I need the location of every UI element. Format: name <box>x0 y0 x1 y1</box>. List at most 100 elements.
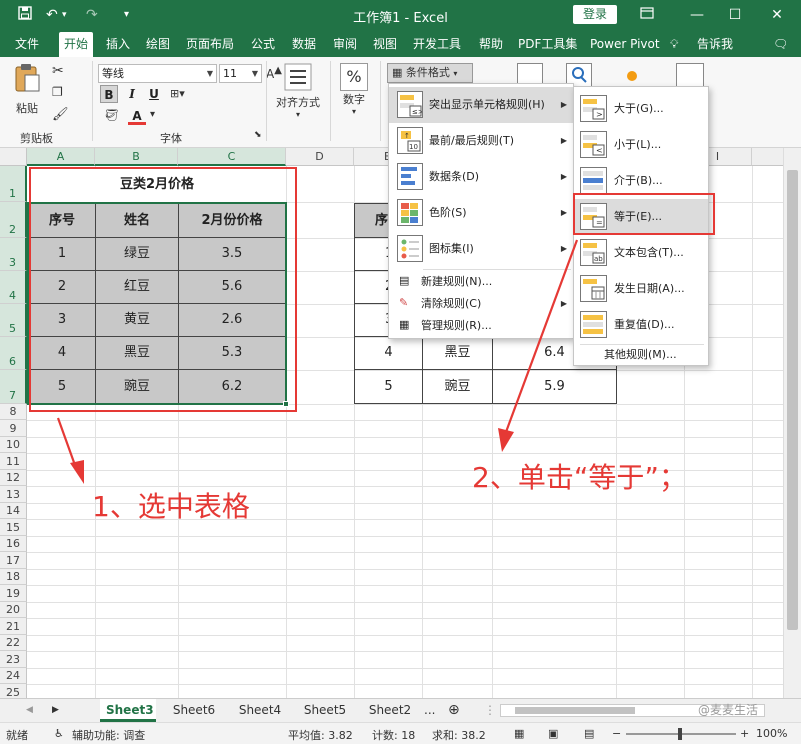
column-header-d[interactable]: D <box>286 148 354 166</box>
zoom-in-icon[interactable]: + <box>740 727 749 740</box>
paste-button[interactable]: 粘贴 <box>12 63 42 119</box>
row-header[interactable]: 22 <box>0 635 27 651</box>
normal-view-icon[interactable]: ▦ <box>514 727 524 740</box>
menu-item-clear-rules[interactable]: ✎ 清除规则(C) ▶ <box>389 293 573 315</box>
zoom-slider-thumb[interactable] <box>678 728 682 740</box>
scroll-tabs-left-icon[interactable]: ◀ <box>20 699 39 722</box>
sheet-tab-sheet5[interactable]: Sheet5 <box>297 699 353 722</box>
row-header[interactable]: 11 <box>0 453 27 470</box>
menu-item-color-scales[interactable]: 色阶(S) ▶ <box>389 195 573 231</box>
row-header[interactable]: 17 <box>0 552 27 569</box>
menu-item-icon-sets[interactable]: 图标集(I) ▶ <box>389 231 573 267</box>
tab-page-layout[interactable]: 页面布局 <box>181 35 239 53</box>
fill-color-icon[interactable]: 🪣︎ <box>104 108 119 122</box>
sheet-tab-sheet3[interactable]: Sheet3 <box>100 699 156 722</box>
page-break-view-icon[interactable]: ▤ <box>584 727 594 740</box>
font-size-select[interactable]: 11 ▼ <box>219 64 262 83</box>
column-header-j[interactable] <box>752 148 783 166</box>
more-sheets-button[interactable]: ... <box>418 699 441 722</box>
font-name-select[interactable]: 等线 ▼ <box>98 64 217 83</box>
vertical-scrollbar[interactable] <box>783 148 801 698</box>
column-header-a[interactable]: A <box>27 148 95 166</box>
row-header[interactable]: 18 <box>0 569 27 585</box>
tab-developer[interactable]: 开发工具 <box>408 35 466 53</box>
sheet-tab-sheet2[interactable]: Sheet2 <box>362 699 418 722</box>
row-header[interactable]: 5 <box>0 304 27 337</box>
menu-item-new-rule[interactable]: ▤ 新建规则(N)... <box>389 271 573 293</box>
row-header[interactable]: 4 <box>0 271 27 304</box>
row-header[interactable]: 23 <box>0 651 27 668</box>
cut-icon[interactable]: ✂ <box>52 63 64 79</box>
chevron-down-icon[interactable]: ▾ <box>150 109 155 120</box>
row-header[interactable]: 24 <box>0 668 27 684</box>
submenu-item-text-contains[interactable]: ab 文本包含(T)... <box>574 235 708 271</box>
submenu-item-more-rules[interactable]: 其他规则(M)... <box>574 345 708 365</box>
row-header[interactable]: 2 <box>0 202 27 238</box>
row-header[interactable]: 13 <box>0 486 27 503</box>
borders-icon[interactable]: ⊞▾ <box>170 87 185 100</box>
bold-button[interactable]: B <box>100 85 118 103</box>
maximize-icon[interactable]: ☐ <box>720 4 750 26</box>
copy-icon[interactable]: ❐ <box>52 85 63 99</box>
tab-formulas[interactable]: 公式 <box>246 35 280 53</box>
row-header[interactable]: 10 <box>0 437 27 453</box>
submenu-item-less-than[interactable]: < 小于(L)... <box>574 127 708 163</box>
row-header[interactable]: 9 <box>0 420 27 437</box>
row-header[interactable]: 20 <box>0 602 27 618</box>
table-cell[interactable]: 5 <box>354 369 423 404</box>
tab-pdf-tools[interactable]: PDF工具集 <box>513 35 582 53</box>
scroll-tabs-right-icon[interactable]: ▶ <box>46 699 65 722</box>
row-header[interactable]: 25 <box>0 684 27 698</box>
menu-item-top-bottom[interactable]: ↑ 10 最前/最后规则(T) ▶ <box>389 123 573 159</box>
comments-icon[interactable]: 🗨︎ <box>768 35 793 53</box>
row-header[interactable]: 7 <box>0 370 27 404</box>
dialog-launcher-icon[interactable]: ⬊ <box>254 130 262 140</box>
menu-item-manage-rules[interactable]: ▦ 管理规则(R)... <box>389 315 573 337</box>
tab-review[interactable]: 审阅 <box>328 35 362 53</box>
row-header[interactable]: 8 <box>0 404 27 420</box>
column-header-b[interactable]: B <box>95 148 178 166</box>
row-header[interactable]: 14 <box>0 503 27 519</box>
row-header[interactable]: 21 <box>0 618 27 635</box>
tab-view[interactable]: 视图 <box>368 35 402 53</box>
select-all-corner[interactable] <box>0 148 27 166</box>
italic-button[interactable]: I <box>123 85 141 103</box>
row-header[interactable]: 3 <box>0 238 27 271</box>
format-painter-icon[interactable]: 🖌︎ <box>52 107 69 122</box>
tab-help[interactable]: 帮助 <box>474 35 508 53</box>
zoom-level[interactable]: 100% <box>756 727 787 740</box>
number-format-button[interactable]: % 数字 ▾ <box>336 63 372 116</box>
table-cell[interactable]: 4 <box>354 336 423 370</box>
row-header[interactable]: 16 <box>0 536 27 552</box>
submenu-item-duplicate-values[interactable]: 重复值(D)... <box>574 307 708 343</box>
analyze-data-icon[interactable] <box>676 63 704 87</box>
ribbon-display-options-icon[interactable] <box>632 4 662 26</box>
font-color-button[interactable]: A <box>128 107 146 125</box>
add-sheet-icon[interactable]: ⊕ <box>442 699 466 722</box>
tab-insert[interactable]: 插入 <box>101 35 135 53</box>
submenu-item-date-occurring[interactable]: 发生日期(A)... <box>574 271 708 307</box>
accessibility-status[interactable]: 辅助功能: 调查 <box>72 727 145 743</box>
column-header-c[interactable]: C <box>178 148 286 166</box>
table-cell[interactable]: 黑豆 <box>422 336 493 370</box>
menu-item-data-bars[interactable]: 数据条(D) ▶ <box>389 159 573 195</box>
login-button[interactable]: 登录 <box>573 5 617 24</box>
tab-data[interactable]: 数据 <box>287 35 321 53</box>
underline-button[interactable]: U <box>145 85 163 103</box>
table-cell[interactable]: 5.9 <box>492 369 617 404</box>
tab-tell-me[interactable]: 告诉我 <box>692 35 738 53</box>
tab-home[interactable]: 开始 <box>59 32 94 57</box>
scrollbar-thumb[interactable] <box>787 170 798 630</box>
tab-file[interactable]: 文件 <box>10 35 44 53</box>
tab-draw[interactable]: 绘图 <box>141 35 175 53</box>
sheet-tab-sheet4[interactable]: Sheet4 <box>232 699 288 722</box>
close-icon[interactable]: ✕ <box>762 4 792 26</box>
tab-split-handle[interactable]: ⋮ <box>478 699 502 722</box>
scrollbar-thumb[interactable] <box>515 707 635 714</box>
row-header[interactable]: 6 <box>0 337 27 370</box>
tab-power-pivot[interactable]: Power Pivot <box>585 35 665 53</box>
page-layout-view-icon[interactable]: ▣ <box>548 727 558 740</box>
minimize-icon[interactable]: — <box>682 4 712 26</box>
row-header[interactable]: 19 <box>0 585 27 602</box>
menu-item-highlight-cells[interactable]: ≤> 突出显示单元格规则(H) ▶ <box>389 87 573 123</box>
